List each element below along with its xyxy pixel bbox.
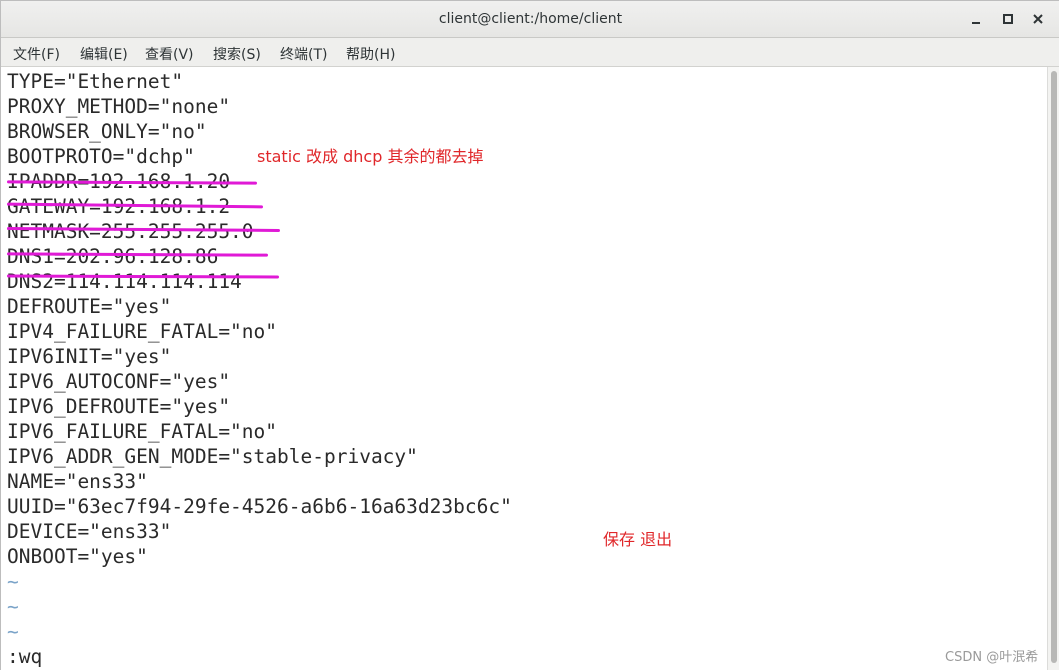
menu-bar: 文件(F) 编辑(E) 查看(V) 搜索(S) 终端(T) 帮助(H) (1, 38, 1059, 67)
minimize-button[interactable] (966, 9, 986, 29)
scrollbar-thumb[interactable] (1051, 71, 1057, 663)
save-exit-annotation: 保存 退出 (603, 530, 673, 549)
terminal-content[interactable]: TYPE="Ethernet" PROXY_METHOD="none" BROW… (1, 67, 1047, 670)
menu-edit[interactable]: 编辑(E) (80, 44, 128, 64)
config-line-uuid: UUID="63ec7f94-29fe-4526-a6b6-16a63d23bc… (7, 495, 512, 518)
config-line-onboot: ONBOOT="yes" (7, 545, 148, 568)
config-line-ipv6-failure-fatal: IPV6_FAILURE_FATAL="no" (7, 420, 278, 443)
config-line-dns1: DNS1=202.96.128.86 (7, 245, 219, 268)
config-line-ipv6-addr-gen-mode: IPV6_ADDR_GEN_MODE="stable-privacy" (7, 445, 418, 468)
config-line-defroute: DEFROUTE="yes" (7, 295, 172, 318)
config-line-proxy-method: PROXY_METHOD="none" (7, 95, 231, 118)
config-line-device: DEVICE="ens33" (7, 520, 172, 543)
maximize-icon (1003, 14, 1013, 24)
config-line-ipv6init: IPV6INIT="yes" (7, 345, 172, 368)
bootproto-annotation: static 改成 dhcp 其余的都去掉 (257, 147, 484, 166)
close-icon (1033, 14, 1043, 24)
empty-line-tilde: ~ (7, 570, 19, 593)
menu-view[interactable]: 查看(V) (145, 44, 194, 64)
title-bar[interactable]: client@client:/home/client (1, 1, 1059, 38)
menu-help[interactable]: 帮助(H) (346, 44, 395, 64)
menu-file[interactable]: 文件(F) (13, 44, 60, 64)
scrollbar[interactable] (1047, 67, 1059, 670)
terminal-window: client@client:/home/client 文件(F) 编辑(E) 查… (0, 0, 1059, 670)
config-line-dns2: DNS2=114.114.114.114 (7, 270, 242, 293)
config-line-ipv4-failure-fatal: IPV4_FAILURE_FATAL="no" (7, 320, 278, 343)
config-line-type: TYPE="Ethernet" (7, 70, 184, 93)
empty-line-tilde: ~ (7, 595, 19, 618)
vim-command-line[interactable]: :wq (7, 644, 42, 669)
config-line-ipv6-autoconf: IPV6_AUTOCONF="yes" (7, 370, 231, 393)
empty-line-tilde: ~ (7, 620, 19, 643)
menu-search[interactable]: 搜索(S) (213, 44, 261, 64)
config-line-ipv6-defroute: IPV6_DEFROUTE="yes" (7, 395, 231, 418)
window-title: client@client:/home/client (438, 11, 623, 27)
maximize-button[interactable] (998, 9, 1018, 29)
config-line-bootproto: BOOTPROTO="dchp" (7, 145, 195, 168)
watermark: CSDN @叶泯希 (945, 650, 1039, 665)
config-line-name: NAME="ens33" (7, 470, 148, 493)
config-line-browser-only: BROWSER_ONLY="no" (7, 120, 207, 143)
menu-terminal[interactable]: 终端(T) (280, 44, 327, 64)
close-button[interactable] (1028, 9, 1048, 29)
minimize-icon (972, 22, 980, 24)
